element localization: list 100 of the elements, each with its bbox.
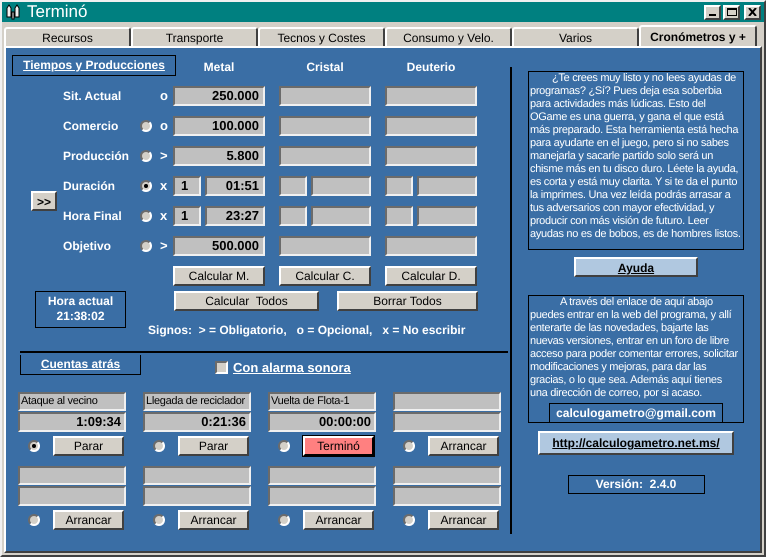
amount-field[interactable]	[279, 236, 371, 256]
tab[interactable]: Varios	[512, 27, 639, 46]
timer-time-field[interactable]: 1:09:34	[18, 412, 126, 432]
amount-field[interactable]: 500.000	[173, 236, 265, 256]
radio-button[interactable]	[140, 120, 152, 132]
days-field[interactable]	[385, 206, 413, 226]
amount-field[interactable]: 100.000	[173, 116, 265, 136]
radio-button[interactable]	[403, 514, 415, 526]
calculate-button[interactable]: Calcular M.	[173, 266, 265, 286]
timer-name-field[interactable]	[268, 466, 376, 484]
tab[interactable]: Recursos	[4, 27, 131, 46]
tab[interactable]: Consumo y Velo.	[385, 27, 512, 46]
help-button[interactable]: Ayuda	[574, 257, 698, 277]
tab[interactable]: Cronómetros y +	[639, 25, 757, 47]
help-text: ¿Te crees muy listo y no lees ayudas de programas? ¿Sí? Pues deja esa soberbia para actividades más lúdicas. Esto del OGame es una guerra, y gana el que está más preparado. Esta herramienta está hecha para ayudarte en el juego, pero si no sabes manejarla y sacarle partido solo será un chisme más en tu disco duro. Léete la ayuda, es corta y está muy clarita. Y si te da el punto la imprimes. Una vez leída podrás arrasar a tus adversarios con mayor efectividad, y producir con más visión de futuro. Leer ayudas no es de bobos, es de hombres listos.	[528, 71, 744, 250]
section-heading: Tiempos y Producciones	[12, 55, 176, 76]
timer-button[interactable]: Arrancar	[303, 510, 374, 530]
time-field[interactable]	[417, 206, 477, 226]
close-button[interactable]	[744, 4, 761, 20]
timer-button[interactable]: Terminó	[303, 436, 374, 456]
calculate-button[interactable]: Calcular C.	[279, 266, 371, 286]
sign-mark: >	[160, 237, 169, 256]
timer-name-field[interactable]	[393, 466, 501, 484]
timer-button[interactable]: Arrancar	[428, 510, 499, 530]
tab[interactable]: Transporte	[131, 27, 258, 46]
radio-button[interactable]	[278, 440, 290, 452]
timer-name-field[interactable]	[143, 466, 251, 484]
amount-field[interactable]	[385, 116, 477, 136]
sign-mark: o	[160, 87, 169, 106]
radio-button[interactable]	[153, 514, 165, 526]
time-field[interactable]	[311, 206, 371, 226]
calculate-all-button[interactable]: Calcular Todos	[174, 291, 319, 311]
clear-all-button[interactable]: Borrar Todos	[337, 291, 478, 311]
calculate-button[interactable]: Calcular D.	[385, 266, 477, 286]
radio-button[interactable]	[28, 440, 40, 452]
days-field[interactable]: 1	[173, 176, 201, 196]
timer-button[interactable]: Arrancar	[178, 510, 249, 530]
window-title: Terminó	[27, 2, 88, 22]
timer-name-field[interactable]	[18, 466, 126, 484]
amount-field[interactable]	[385, 236, 477, 256]
row-label: Producción	[63, 148, 130, 165]
amount-field[interactable]	[385, 86, 477, 106]
column-heading: Deuterio	[406, 59, 456, 76]
amount-field[interactable]	[279, 146, 371, 166]
sign-mark: o	[160, 117, 169, 136]
radio-button[interactable]	[140, 240, 152, 252]
timer-time-field[interactable]: 0:21:36	[143, 412, 251, 432]
timer-name-field[interactable]: Llegada de reciclador	[143, 392, 251, 410]
close-icon	[748, 8, 757, 16]
version-label: Versión: 2.4.0	[568, 475, 704, 494]
radio-button[interactable]	[140, 210, 152, 222]
alarm-checkbox[interactable]: Con alarma sonora	[215, 358, 351, 378]
sign-mark: x	[160, 177, 168, 196]
radio-button[interactable]	[28, 514, 40, 526]
rocket-icon	[5, 4, 21, 20]
timer-name-field[interactable]	[393, 392, 501, 410]
column-heading: Cristal	[305, 59, 345, 76]
amount-field[interactable]	[279, 116, 371, 136]
days-field[interactable]: 1	[173, 206, 201, 226]
timer-button[interactable]: Arrancar	[53, 510, 124, 530]
amount-field[interactable]	[385, 146, 477, 166]
row-label: Hora Final	[63, 208, 123, 225]
timer-button[interactable]: Parar	[178, 436, 249, 456]
timer-button[interactable]: Arrancar	[428, 436, 499, 456]
website-link[interactable]: http://calculogametro.net.ms/	[538, 431, 734, 455]
row-label: Comercio	[63, 118, 120, 135]
amount-field[interactable]: 5.800	[173, 146, 265, 166]
time-field[interactable]	[417, 176, 477, 196]
timer-time-field[interactable]	[18, 486, 126, 506]
days-field[interactable]	[385, 176, 413, 196]
time-field[interactable]	[311, 176, 371, 196]
minimize-button[interactable]	[704, 4, 721, 20]
legend-text: Signos: > = Obligatorio, o = Opcional, x = No escribir	[148, 322, 466, 339]
row-label: Sit. Actual	[63, 88, 122, 105]
timer-time-field[interactable]: 00:00:00	[268, 412, 376, 432]
timer-time-field[interactable]	[393, 412, 501, 432]
radio-button[interactable]	[140, 180, 152, 192]
expand-button[interactable]: >>	[31, 191, 57, 211]
timer-button[interactable]: Parar	[53, 436, 124, 456]
timer-time-field[interactable]	[143, 486, 251, 506]
radio-button[interactable]	[153, 440, 165, 452]
column-heading: Metal	[202, 59, 236, 76]
radio-button[interactable]	[403, 440, 415, 452]
time-field[interactable]: 23:27	[205, 206, 265, 226]
time-field[interactable]: 01:51	[205, 176, 265, 196]
row-label: Duración	[63, 178, 116, 195]
radio-button[interactable]	[278, 514, 290, 526]
days-field[interactable]	[279, 206, 307, 226]
radio-button[interactable]	[140, 150, 152, 162]
timer-name-field[interactable]: Ataque al vecino	[18, 392, 126, 410]
timer-time-field[interactable]	[393, 486, 501, 506]
section-heading: Cuentas atrás	[20, 355, 141, 376]
timer-time-field[interactable]	[268, 486, 376, 506]
email-address: calculogametro@gmail.com	[549, 403, 723, 422]
maximize-button[interactable]	[723, 4, 740, 20]
tab[interactable]: Tecnos y Costes	[258, 27, 385, 46]
days-field[interactable]	[279, 176, 307, 196]
amount-field[interactable]	[279, 86, 371, 106]
timer-name-field[interactable]: Vuelta de Flota-1	[268, 392, 376, 410]
amount-field[interactable]: 250.000	[173, 86, 265, 106]
